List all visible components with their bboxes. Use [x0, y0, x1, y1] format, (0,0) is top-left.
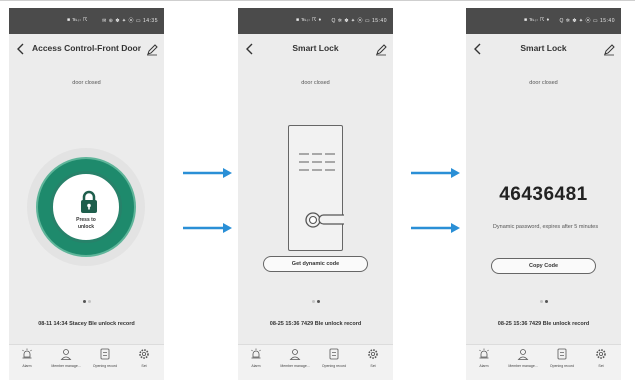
back-arrow-icon[interactable]	[15, 42, 27, 56]
unlock-label-line2: unlock	[77, 224, 95, 230]
nav-alarm[interactable]: Alarm	[469, 348, 499, 368]
back-arrow-icon[interactable]	[472, 42, 484, 56]
door-lock-icon	[299, 153, 350, 228]
nav-alarm[interactable]: Alarm	[241, 348, 271, 368]
unlock-label-line1: Press to	[76, 217, 96, 223]
bottom-nav: Alarm Member manage... Opening record Se…	[238, 344, 393, 380]
nav-member-label: Member manage...	[280, 364, 310, 368]
nav-member-manage[interactable]: Member manage...	[508, 348, 538, 368]
page-dot	[539, 300, 543, 303]
phone-screen-smart-lock: ■ ℡ᵢₗ ☈ ♦ Q ✲ ✽ ✦ ⦿ ▭ 15:40 Smart Lock d…	[238, 8, 393, 380]
dynamic-code: 46436481	[499, 184, 588, 205]
gear-icon	[139, 349, 149, 359]
press-to-unlock-button[interactable]: Press to unlock	[50, 171, 122, 243]
nav-set[interactable]: Set	[129, 348, 159, 368]
alarm-icon	[479, 348, 489, 359]
alarm-icon	[251, 348, 261, 359]
gear-icon	[368, 349, 378, 359]
padlock-icon	[81, 190, 97, 213]
phone-screen-dynamic-code: ■ ℡ᵢₗ ☈ ♦ Q ✲ ✽ ✦ ⦿ ▭ 15:40 Smart Lock d…	[466, 8, 621, 380]
smart-lock-illustration	[288, 125, 350, 251]
nav-member-manage[interactable]: Member manage...	[51, 348, 81, 368]
status-bar: ■ ℡ᵢₗ ☈ ♦ Q ✲ ✽ ✦ ⦿ ▭ 15:40	[238, 8, 393, 34]
nav-member-manage[interactable]: Member manage...	[280, 348, 310, 368]
pencil-icon[interactable]	[375, 42, 387, 56]
nav-alarm-label: Alarm	[22, 364, 32, 368]
phone-screen-access-control: ■ ℡ᵢₗ ☈ ✉ ⊕ ✽ ✦ ⦿ ▭ 14:35 Access Control…	[9, 8, 164, 380]
page-indicator	[466, 290, 621, 308]
door-status: door closed	[301, 80, 330, 86]
unlock-record[interactable]: 08-11 14:34 Stacey Ble unlock record	[9, 321, 164, 327]
page-dot	[311, 300, 315, 303]
status-bar: ■ ℡ᵢₗ ☈ ✉ ⊕ ✽ ✦ ⦿ ▭ 14:35	[9, 8, 164, 34]
title-bar: Smart Lock	[466, 34, 621, 64]
status-icons-left: ■ ℡ᵢₗ ☈ ♦	[524, 17, 550, 23]
record-icon	[329, 348, 339, 360]
nav-set-label: Set	[598, 364, 604, 368]
door-status: door closed	[72, 80, 101, 86]
unlock-record[interactable]: 08-25 15:36 7429 Ble unlock record	[238, 321, 393, 327]
nav-set-label: Set	[141, 364, 147, 368]
nav-opening-record[interactable]: Opening record	[547, 348, 577, 368]
nav-set[interactable]: Set	[358, 348, 388, 368]
unlock-record[interactable]: 08-25 15:36 7429 Ble unlock record	[466, 321, 621, 327]
person-icon	[289, 349, 301, 360]
right-arrow-icon	[411, 223, 460, 233]
nav-opening-label: Opening record	[92, 364, 118, 368]
unlock-label: Press to unlock	[53, 217, 119, 231]
page-dot-active	[316, 300, 320, 303]
page-indicator	[9, 290, 164, 308]
right-arrow-icon	[411, 168, 460, 178]
back-arrow-icon[interactable]	[244, 42, 256, 56]
person-icon	[60, 349, 72, 360]
page-title: Access Control-Front Door	[31, 43, 142, 53]
nav-opening-record[interactable]: Opening record	[319, 348, 349, 368]
door-status: door closed	[529, 80, 558, 86]
copy-code-button[interactable]: Copy Code	[491, 258, 596, 274]
title-bar: Access Control-Front Door	[9, 34, 164, 64]
get-dynamic-code-button[interactable]: Get dynamic code	[263, 256, 368, 272]
person-icon	[517, 349, 529, 360]
nav-opening-label: Opening record	[321, 364, 347, 368]
nav-set[interactable]: Set	[586, 348, 616, 368]
expire-notice: Dynamic password, expires after 5 minute…	[492, 224, 599, 230]
status-icons-right: Q ✲ ✽ ✦ ⦿ ▭ 15:40	[331, 18, 387, 24]
right-arrow-icon	[183, 168, 232, 178]
nav-alarm[interactable]: Alarm	[12, 348, 42, 368]
bottom-nav: Alarm Member manage... Opening record Se…	[466, 344, 621, 380]
pencil-icon[interactable]	[146, 42, 158, 56]
nav-opening-label: Opening record	[549, 364, 575, 368]
gear-icon	[596, 349, 606, 359]
record-icon	[557, 348, 567, 360]
nav-member-label: Member manage...	[508, 364, 538, 368]
page-dot-active	[82, 300, 86, 303]
nav-set-label: Set	[370, 364, 376, 368]
right-arrow-icon	[183, 223, 232, 233]
status-icons-left: ■ ℡ᵢₗ ☈	[67, 17, 88, 23]
nav-opening-record[interactable]: Opening record	[90, 348, 120, 368]
page-indicator	[238, 290, 393, 308]
status-bar: ■ ℡ᵢₗ ☈ ♦ Q ✲ ✽ ✦ ⦿ ▭ 15:40	[466, 8, 621, 34]
bottom-nav: Alarm Member manage... Opening record Se…	[9, 344, 164, 380]
top-divider	[0, 0, 635, 1]
page-dot	[87, 300, 91, 303]
status-icons-left: ■ ℡ᵢₗ ☈ ♦	[296, 17, 322, 23]
pencil-icon[interactable]	[603, 42, 615, 56]
nav-alarm-label: Alarm	[251, 364, 261, 368]
status-icons-right: ✉ ⊕ ✽ ✦ ⦿ ▭ 14:35	[102, 18, 158, 24]
page-dot-active	[544, 300, 548, 303]
status-icons-right: Q ✲ ✽ ✦ ⦿ ▭ 15:40	[559, 18, 615, 24]
title-bar: Smart Lock	[238, 34, 393, 64]
record-icon	[100, 348, 110, 360]
page-title: Smart Lock	[292, 43, 339, 53]
page-title: Smart Lock	[520, 43, 567, 53]
nav-member-label: Member manage...	[51, 364, 81, 368]
nav-alarm-label: Alarm	[479, 364, 489, 368]
alarm-icon	[22, 348, 32, 359]
